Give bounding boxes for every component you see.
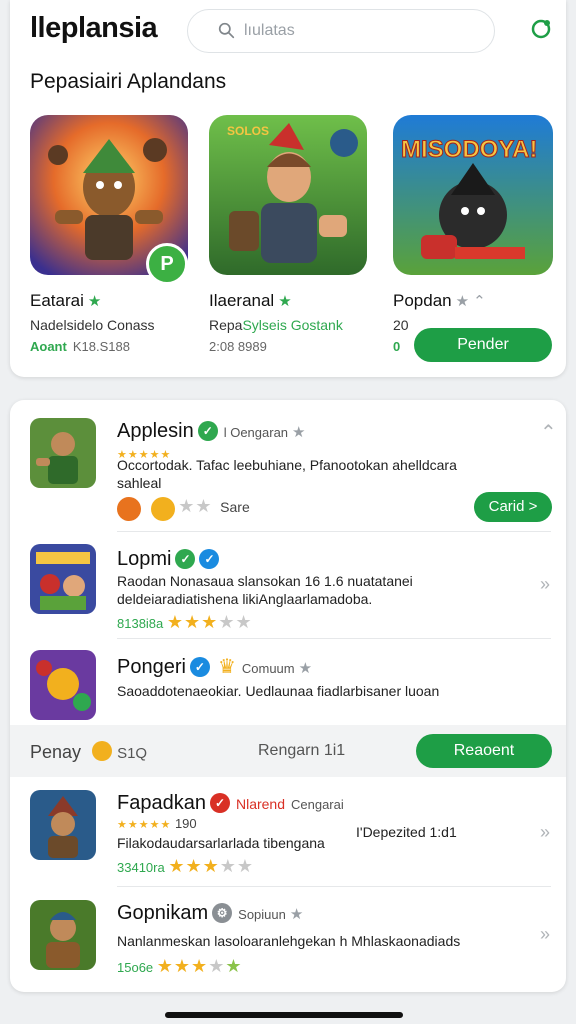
search-icon (218, 22, 235, 39)
star-icon: ★ (292, 424, 306, 441)
app-thumbnail[interactable]: MISODOYA! (393, 115, 553, 275)
chevron-up-icon[interactable]: ⌃ (540, 420, 557, 445)
app-badge: P (146, 243, 188, 285)
app-description: Occortodak. Tafac leebuhiane, Pfanootoka… (117, 457, 457, 491)
coin-icon (150, 496, 175, 521)
rating-small: 190 (174, 816, 197, 831)
app-tag-red: Nlarend (235, 796, 285, 812)
app-subtitle: Repa (209, 317, 243, 333)
app-name: Gopnikam (117, 902, 209, 924)
app-description: Raodan Nonasaua slansokan 16 1.6 nuatata… (117, 573, 413, 607)
rating-text: 33410ra (117, 860, 165, 875)
chevron-right-icon[interactable]: » (540, 822, 550, 843)
star-icon: ★ (87, 293, 102, 310)
banner-price: S1Q (117, 745, 148, 762)
rating-stars: ★★★★★ (117, 819, 172, 831)
verified-icon: ✓ (175, 549, 196, 569)
app-subtitle: 20 (393, 317, 409, 333)
divider (117, 886, 551, 887)
app-tag: Cengarai (291, 797, 344, 812)
star-icon: ★ (278, 293, 292, 310)
home-indicator[interactable] (165, 1012, 403, 1018)
svg-text:SOLOS: SOLOS (227, 124, 269, 138)
promo-banner: Penay S1Q Rengarn 1i1 Reaoent (10, 725, 566, 777)
chevron-icon: ⌃ (473, 293, 486, 310)
app-name: Ilaeranal (209, 291, 275, 310)
star-icon: ★ (455, 293, 470, 310)
rating-stars: ★★★ (166, 612, 219, 632)
banner-middle-label: Rengarn 1i1 (258, 742, 346, 759)
divider (117, 531, 551, 532)
featured-section-title: Pepasiairi Aplandans (30, 70, 227, 93)
app-name: Applesin (117, 420, 194, 442)
star-icon: ★ (289, 906, 304, 923)
app-subtitle-green: Sylseis Gostank (242, 317, 343, 333)
app-meta: 2:08 8989 (209, 339, 267, 354)
rating-stars: ★★★ (156, 956, 209, 976)
reaoent-button[interactable]: Reaoent (416, 734, 552, 768)
app-title: lleplansia (30, 12, 158, 44)
search-input[interactable]: lıulatas (244, 22, 295, 40)
app-icon[interactable] (30, 650, 96, 720)
app-description: Filakodaudarsarlarlada tibengana (117, 835, 325, 851)
app-tag: Sopiuun (238, 907, 286, 922)
save-label: Sare (220, 499, 250, 515)
app-icon[interactable] (30, 900, 96, 970)
banner-label: Penay (30, 742, 82, 762)
app-note: I'Depezited 1:d1 (356, 824, 457, 840)
reward-icon (117, 496, 141, 521)
app-description: Saoaddotenaeokiar. Uedlaunaa fiadlarbisa… (117, 683, 440, 699)
app-name: Lopmi (117, 548, 172, 570)
app-meta-tag: Aoant (30, 339, 67, 354)
app-banner-text: MISODOYA! (401, 136, 537, 163)
app-tag: Comuum (241, 661, 295, 676)
app-name: Fapadkan (117, 792, 206, 814)
star-icon: ★ (298, 660, 313, 677)
app-thumbnail[interactable]: SOLOS (209, 115, 367, 275)
rating-text: 8138i8a (117, 616, 164, 631)
app-subtitle: Nadelsidelo Conass (30, 317, 155, 333)
app-meta: K18.S188 (72, 339, 130, 354)
search-bar[interactable]: lıulatas (187, 9, 495, 53)
app-name: Pongeri (117, 656, 186, 678)
verified-icon: ✓ (197, 421, 218, 441)
rating-stars: ★★★ (168, 856, 220, 876)
app-icon[interactable] (30, 544, 96, 614)
coin-icon (92, 741, 113, 761)
app-icon[interactable] (30, 418, 96, 488)
app-tag: l Oengaran (223, 425, 289, 440)
rating-stars: ★★ (178, 496, 213, 516)
pender-button[interactable]: Pender (414, 328, 552, 362)
app-icon[interactable] (30, 790, 96, 860)
app-meta-tag: 0 (393, 339, 401, 354)
card-button[interactable]: Carid > (474, 492, 552, 522)
verified-blue-icon: ✓ (199, 549, 220, 569)
notification-icon[interactable] (526, 14, 556, 44)
badge-icon: ✓ (209, 793, 230, 813)
verified-blue-icon: ✓ (189, 657, 210, 677)
badge-icon: ⚙ (212, 903, 233, 923)
rating-text: 15o6e (117, 960, 154, 975)
chevron-right-icon[interactable]: » (540, 574, 550, 595)
app-name: Eatarai (30, 291, 84, 310)
chevron-right-icon[interactable]: » (540, 924, 550, 945)
app-description: Nanlanmeskan lasoloaranlehgekan h Mhlask… (117, 933, 461, 949)
crown-icon: ♛ (217, 656, 236, 678)
app-name: Popdan (393, 291, 452, 310)
divider (117, 638, 551, 639)
